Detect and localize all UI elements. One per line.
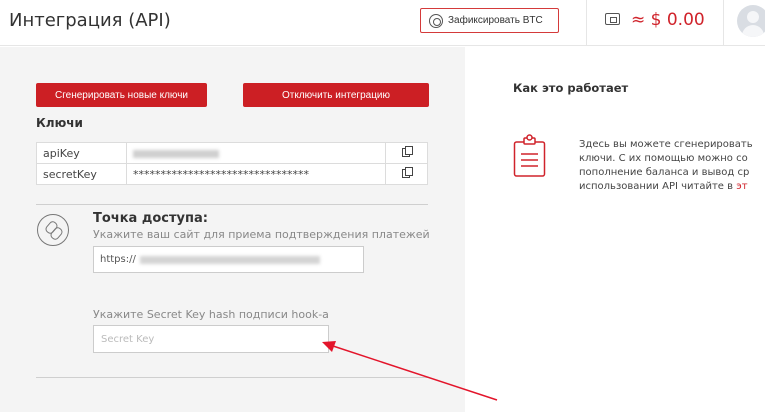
- key-value[interactable]: [126, 142, 386, 164]
- docs-link[interactable]: эт: [736, 181, 747, 192]
- balance-amount[interactable]: ≈ $ 0.00: [631, 10, 705, 30]
- fix-btc-button[interactable]: Зафиксировать BTC: [420, 8, 559, 33]
- header-divider: [586, 0, 587, 46]
- generate-keys-button[interactable]: Сгенерировать новые ключи: [36, 83, 207, 107]
- header-divider: [723, 0, 724, 46]
- hook-secret-input[interactable]: [93, 325, 329, 353]
- hook-secret-label: Укажите Secret Key hash подписи hook-а: [93, 308, 329, 321]
- fix-btc-label: Зафиксировать BTC: [448, 15, 543, 26]
- info-line: ключи. С их помощью можно со: [579, 153, 748, 164]
- how-it-works-title: Как это работает: [513, 81, 629, 95]
- user-avatar[interactable]: [737, 5, 765, 37]
- endpoint-description: Укажите ваш сайт для приема подтверждени…: [93, 228, 430, 241]
- coin-icon: [429, 13, 443, 28]
- how-it-works-text: Здесь вы можете сгенерировать ключи. С и…: [579, 138, 765, 194]
- info-line: использовании API читайте в эт: [579, 180, 765, 194]
- copy-icon: [401, 146, 413, 157]
- keys-table: apiKey secretKey ***********************…: [36, 142, 428, 185]
- wallet-icon[interactable]: [605, 13, 620, 25]
- disable-integration-button[interactable]: Отключить интеграцию: [243, 83, 429, 107]
- key-name: apiKey: [36, 142, 127, 164]
- page-title: Интеграция (API): [9, 10, 171, 31]
- copy-icon: [401, 167, 413, 178]
- info-line: Здесь вы можете сгенерировать: [579, 139, 753, 150]
- table-row: secretKey ******************************…: [36, 163, 428, 185]
- endpoint-title: Точка доступа:: [93, 211, 208, 226]
- clipboard-icon: [513, 134, 546, 177]
- url-prefix: https://: [100, 254, 136, 265]
- api-key-blurred-value: [133, 149, 219, 158]
- copy-api-key-button[interactable]: [385, 142, 428, 164]
- info-line: пополнение баланса и вывод ср: [579, 167, 750, 178]
- key-name: secretKey: [36, 163, 127, 185]
- table-row: apiKey: [36, 142, 428, 164]
- info-line-text: использовании API читайте в: [579, 181, 737, 192]
- key-value[interactable]: ********************************: [126, 163, 386, 185]
- endpoint-url-field[interactable]: https://: [93, 246, 364, 273]
- section-divider: [36, 204, 428, 205]
- top-bar: Интеграция (API) Зафиксировать BTC ≈ $ 0…: [0, 0, 765, 46]
- link-icon: [37, 214, 69, 246]
- copy-secret-key-button[interactable]: [385, 163, 428, 185]
- keys-heading: Ключи: [36, 116, 83, 130]
- section-divider: [36, 377, 428, 378]
- url-blurred-value: [139, 255, 320, 264]
